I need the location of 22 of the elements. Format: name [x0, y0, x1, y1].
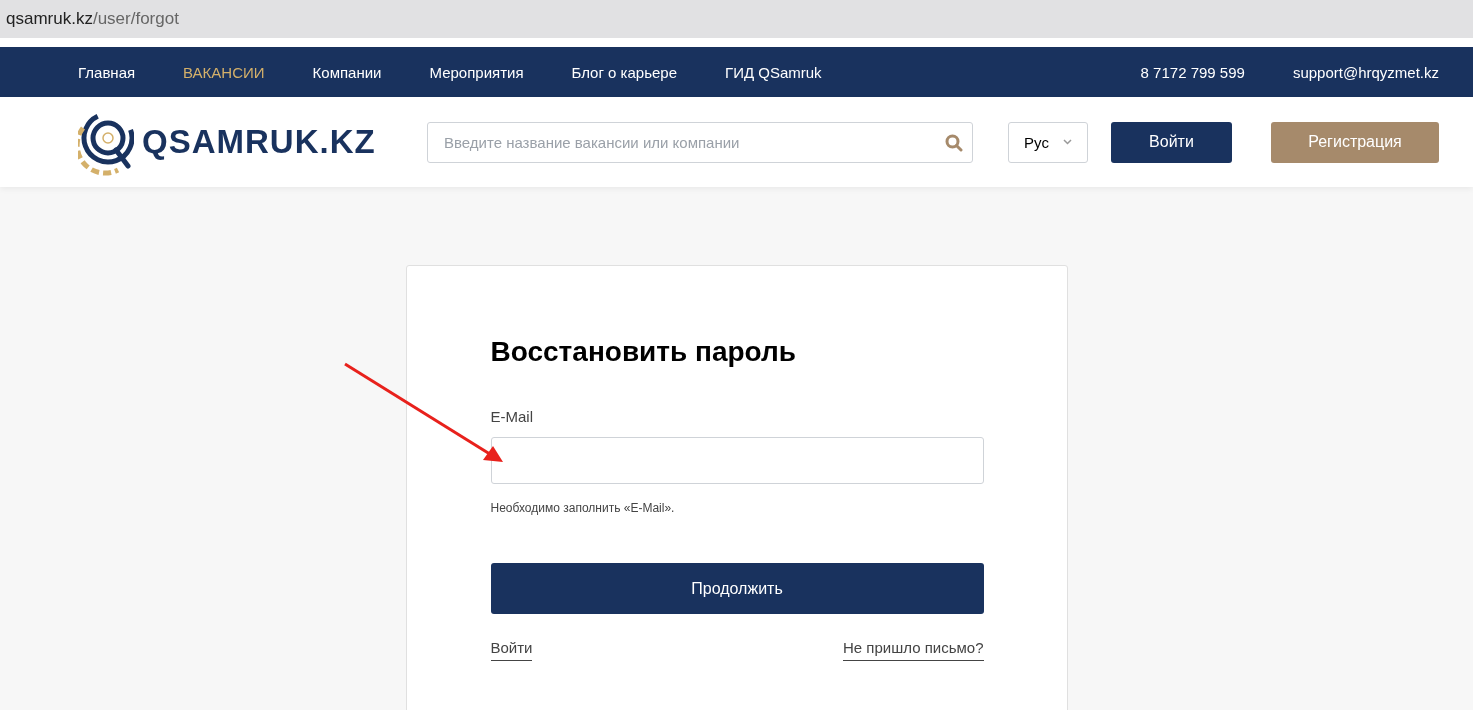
- login-link[interactable]: Войти: [490, 639, 533, 661]
- language-select[interactable]: Рус: [1008, 121, 1088, 163]
- nav-link[interactable]: Мероприятия: [429, 63, 524, 81]
- error-message: Необходимо заполнить «E-Mail».: [490, 501, 675, 515]
- continue-button[interactable]: Продолжить: [490, 563, 984, 614]
- email-link[interactable]: support@hrqyzmet.kz: [1292, 63, 1439, 81]
- nav-link[interactable]: Главная: [78, 63, 136, 81]
- search-field[interactable]: Введите название вакансии или компании: [427, 121, 973, 163]
- phone-link[interactable]: 8 7172 799 599: [1140, 63, 1245, 81]
- resend-link[interactable]: Не пришло письмо?: [843, 639, 984, 661]
- form-title: Восстановить пароль: [490, 336, 797, 368]
- nav-link[interactable]: Компании: [312, 63, 382, 81]
- nav-link[interactable]: ГИД QSamruk: [725, 63, 822, 81]
- url-text[interactable]: qsamruk.kz/user/forgot: [6, 9, 179, 29]
- search-icon[interactable]: [945, 133, 963, 152]
- email-label: E-Mail: [490, 408, 533, 425]
- login-button[interactable]: Войти: [1111, 121, 1232, 163]
- nav-link[interactable]: ВАКАНСИИ: [183, 63, 265, 81]
- email-field[interactable]: [490, 437, 984, 484]
- logo-text[interactable]: QSAMRUK.KZ: [142, 123, 376, 161]
- nav-link[interactable]: Блог о карьере: [571, 63, 678, 81]
- chevron-icon: [1062, 139, 1072, 145]
